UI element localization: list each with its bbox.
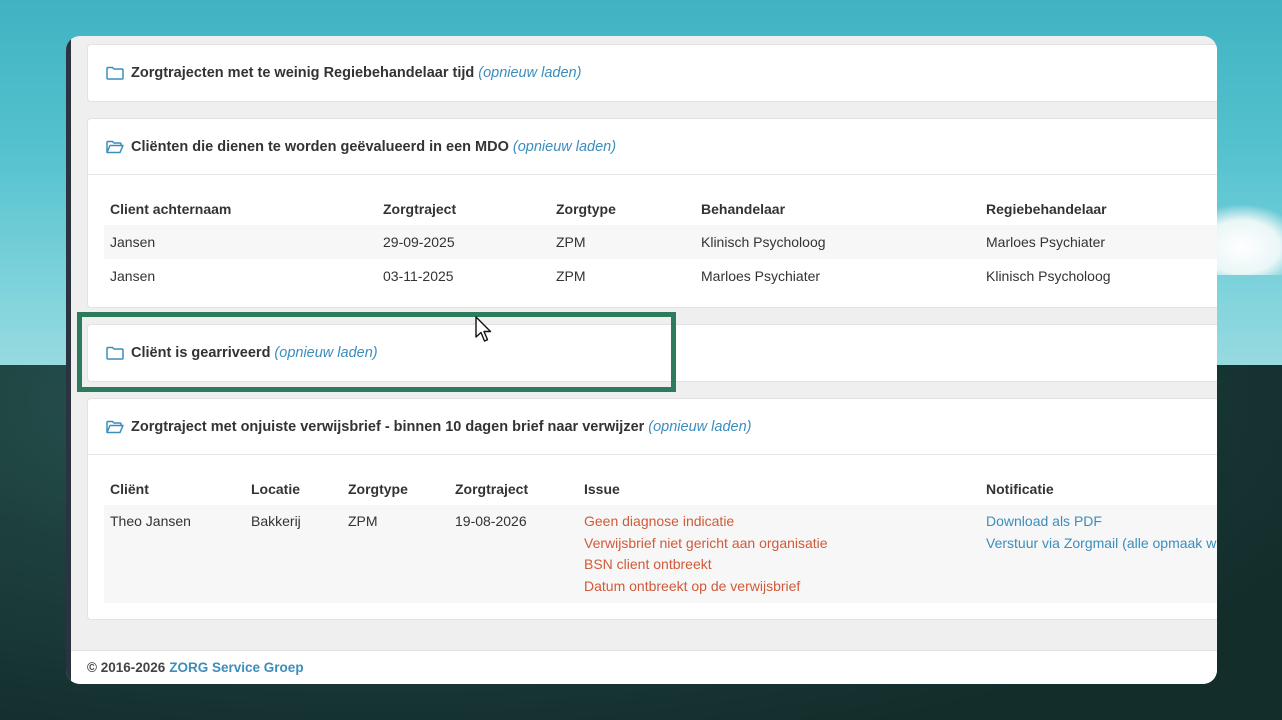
table-cell: Marloes Psychiater <box>980 225 1217 259</box>
browser-window: Zorgtrajecten met te weinig Regiebehande… <box>66 36 1217 684</box>
table-cell: ZPM <box>550 225 695 259</box>
table-row: Jansen 29-09-2025 ZPM Klinisch Psycholoo… <box>104 225 1217 259</box>
panel-regiebehandelaar-tijd: Zorgtrajecten met te weinig Regiebehande… <box>87 44 1217 102</box>
dashboard-content: Zorgtrajecten met te weinig Regiebehande… <box>87 44 1217 636</box>
folder-open-icon <box>106 140 124 153</box>
table-cell: Bakkerij <box>245 505 342 603</box>
footer-brand-link[interactable]: ZORG Service Groep <box>169 660 303 675</box>
notification-list: Download als PDF Verstuur via Zorgmail (… <box>980 505 1217 603</box>
table-cell: 29-09-2025 <box>377 225 550 259</box>
panel-body: Client achternaam Zorgtraject Zorgtype B… <box>88 175 1217 307</box>
panel-onjuiste-verwijsbrief: Zorgtraject met onjuiste verwijsbrief - … <box>87 398 1217 620</box>
panel-heading[interactable]: Cliënten die dienen te worden geëvalueer… <box>88 119 1217 175</box>
page-footer: © 2016-2026 ZORG Service Groep <box>71 650 1217 684</box>
reload-link[interactable]: (opnieuw laden) <box>648 419 751 435</box>
reload-link[interactable]: (opnieuw laden) <box>513 139 616 155</box>
issue-item: Datum ontbreekt op de verwijsbrief <box>584 577 801 594</box>
reload-link[interactable]: (opnieuw laden) <box>478 65 581 81</box>
issue-item: Verwijsbrief niet gericht aan organisati… <box>584 534 828 551</box>
table-cell: Theo Jansen <box>104 505 245 603</box>
verwijsbrief-table: Cliënt Locatie Zorgtype Zorgtraject Issu… <box>104 473 1217 603</box>
issue-list: Geen diagnose indicatie Verwijsbrief nie… <box>578 505 980 603</box>
table-row: Jansen 03-11-2025 ZPM Marloes Psychiater… <box>104 259 1217 293</box>
column-header: Regiebehandelaar <box>986 201 1107 217</box>
table-cell: Klinisch Psycholoog <box>695 225 980 259</box>
download-pdf-link[interactable]: Download als PDF <box>986 511 1217 533</box>
column-header: Behandelaar <box>701 201 786 217</box>
issue-item: BSN client ontbreekt <box>584 556 712 572</box>
panel-heading[interactable]: Zorgtrajecten met te weinig Regiebehande… <box>88 45 1217 101</box>
footer-copyright: © 2016-2026 <box>87 660 166 675</box>
issue-item: Geen diagnose indicatie <box>584 513 735 529</box>
table-cell: Jansen <box>104 225 377 259</box>
folder-icon <box>106 66 124 80</box>
column-header: Issue <box>584 481 620 497</box>
mdo-table: Client achternaam Zorgtraject Zorgtype B… <box>104 193 1217 293</box>
table-cell: 19-08-2026 <box>449 505 578 603</box>
column-header: Zorgtraject <box>383 201 457 217</box>
column-header: Cliënt <box>110 481 149 497</box>
panel-mdo-evaluatie: Cliënten die dienen te worden geëvalueer… <box>87 118 1217 308</box>
table-cell: Klinisch Psycholoog <box>986 268 1111 284</box>
table-cell: ZPM <box>556 268 586 284</box>
column-header: Client achternaam <box>110 201 232 217</box>
table-header-row: Client achternaam Zorgtraject Zorgtype B… <box>104 193 1217 225</box>
panel-title: Zorgtraject met onjuiste verwijsbrief - … <box>131 418 645 435</box>
panel-heading[interactable]: Cliënt is gearriveerd (opnieuw laden) <box>88 325 1217 381</box>
column-header: Notificatie <box>986 481 1054 497</box>
table-cell: Marloes Psychiater <box>701 268 821 284</box>
panel-title: Zorgtrajecten met te weinig Regiebehande… <box>131 65 475 81</box>
reload-link[interactable]: (opnieuw laden) <box>274 345 377 361</box>
table-row: Theo Jansen Bakkerij ZPM 19-08-2026 Geen… <box>104 505 1217 603</box>
folder-open-icon <box>106 420 124 433</box>
panel-client-gearriveerd: Cliënt is gearriveerd (opnieuw laden) <box>87 324 1217 382</box>
column-header: Zorgtraject <box>455 481 529 497</box>
folder-icon <box>106 346 124 360</box>
panel-heading[interactable]: Zorgtraject met onjuiste verwijsbrief - … <box>88 399 1217 455</box>
column-header: Zorgtype <box>348 481 408 497</box>
table-cell: ZPM <box>342 505 449 603</box>
panel-title: Cliënten die dienen te worden geëvalueer… <box>131 138 509 155</box>
sidebar-edge <box>66 36 71 684</box>
panel-body: Cliënt Locatie Zorgtype Zorgtraject Issu… <box>88 455 1217 619</box>
mouse-cursor-icon <box>475 316 492 342</box>
panel-title: Cliënt is gearriveerd <box>131 345 271 361</box>
table-cell: Jansen <box>110 268 156 284</box>
column-header: Zorgtype <box>556 201 616 217</box>
send-zorgmail-link[interactable]: Verstuur via Zorgmail (alle opmaak w <box>986 533 1217 555</box>
table-header-row: Cliënt Locatie Zorgtype Zorgtraject Issu… <box>104 473 1217 505</box>
column-header: Locatie <box>251 481 301 497</box>
table-cell: 03-11-2025 <box>383 268 454 284</box>
